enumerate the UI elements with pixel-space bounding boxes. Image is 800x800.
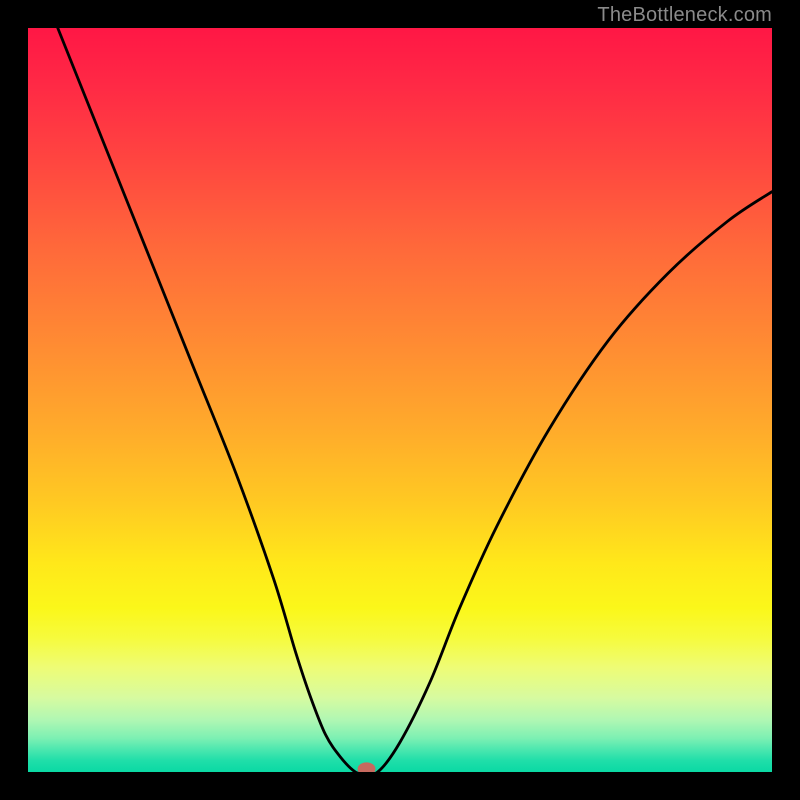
- chart-svg: [28, 28, 772, 772]
- bottleneck-curve: [58, 28, 772, 772]
- watermark-text: TheBottleneck.com: [597, 4, 772, 27]
- optimal-point-marker: [358, 762, 376, 772]
- chart-frame: TheBottleneck.com: [0, 0, 800, 800]
- plot-area: [28, 28, 772, 772]
